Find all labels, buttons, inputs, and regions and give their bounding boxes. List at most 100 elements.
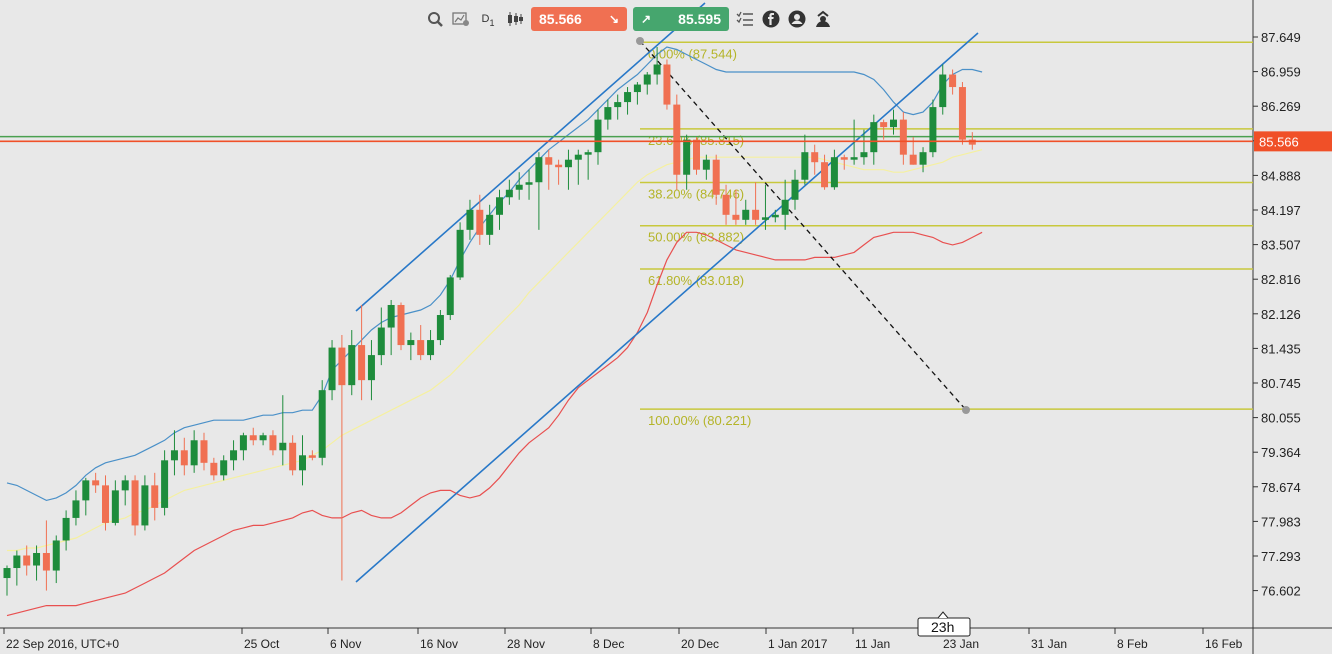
fib-level-label: 61.80% (83.018) (648, 273, 744, 288)
y-tick-label: 86.269 (1261, 99, 1301, 114)
x-tick-label: 23 Jan (943, 637, 979, 651)
candle-body (850, 157, 858, 160)
candle-body (466, 209, 474, 230)
candle-body (899, 119, 907, 155)
y-tick-label: 81.435 (1261, 341, 1301, 356)
timeframe-label: D (481, 13, 490, 25)
candle (456, 222, 464, 280)
candle-body (348, 345, 356, 386)
price-chart[interactable]: 87.649 86.959 86.269 84.888 84.197 83.507 82.8… (0, 0, 1332, 654)
candle-body (387, 304, 395, 328)
y-tick-label: 86.959 (1261, 65, 1301, 80)
x-tick-label: 8 Dec (593, 637, 624, 651)
candle-body (574, 154, 582, 160)
y-tick-label: 82.126 (1261, 307, 1301, 322)
candle-body (614, 102, 622, 108)
candle-body (23, 555, 31, 566)
candle-body (870, 122, 878, 153)
candle-body (840, 157, 848, 160)
candle-body (151, 485, 159, 508)
candle-body (811, 152, 819, 163)
candle-body (161, 460, 169, 508)
candle-body (131, 480, 139, 526)
candle-body (190, 440, 198, 466)
current-price-label: 85.566 (1259, 134, 1299, 149)
y-tick-label: 83.507 (1261, 238, 1301, 253)
x-tick-label: 28 Nov (507, 637, 545, 651)
candle-body (860, 152, 868, 158)
candle-body (377, 327, 385, 356)
sell-button[interactable]: 85.566 ↘ (531, 7, 627, 31)
buy-price: 85.595 (678, 11, 721, 27)
candle-body (102, 485, 109, 523)
profile-icon[interactable] (787, 9, 807, 29)
candle-body (693, 139, 700, 170)
zoom-icon[interactable] (425, 9, 445, 29)
candle-body (624, 92, 632, 103)
candle-body (82, 480, 90, 501)
candle-body (761, 217, 769, 220)
candle-body (417, 340, 425, 356)
candle-body (52, 540, 60, 571)
y-tick-label: 82.816 (1261, 272, 1301, 287)
timeframe-icon[interactable]: D1 (477, 9, 499, 29)
candle-body (742, 209, 750, 220)
candle-body (289, 442, 297, 471)
time-left-text: 23h (931, 619, 954, 635)
candle (958, 82, 966, 145)
x-tick-label: 25 Oct (244, 637, 280, 651)
candle-body (476, 209, 484, 235)
candle-body (535, 157, 543, 183)
candle-body (180, 450, 188, 466)
x-tick-label: 8 Feb (1117, 637, 1148, 651)
candle-body (722, 194, 730, 215)
facebook-icon[interactable] (761, 9, 781, 29)
y-tick-label: 80.745 (1261, 376, 1301, 391)
y-tick-label: 87.649 (1261, 30, 1301, 45)
candles-icon[interactable] (505, 9, 525, 29)
candle-body (515, 184, 523, 190)
candle-body (446, 277, 454, 316)
candle-body (584, 152, 592, 155)
candle-body (801, 152, 809, 180)
candle-body (791, 179, 799, 200)
candle-body (210, 462, 218, 476)
candle-body (643, 74, 651, 85)
candle-body (397, 304, 405, 346)
candle-body (702, 159, 710, 170)
y-tick-label: 77.293 (1261, 549, 1301, 564)
chart-toolbar: D1 85.566 ↘ ↗ 85.595 (425, 6, 833, 32)
candle-body (525, 182, 533, 185)
sell-price: 85.566 (539, 11, 582, 27)
buy-arrow-icon: ↗ (641, 12, 652, 26)
candle-body (328, 347, 336, 391)
candle (663, 59, 671, 110)
y-axis-labels: 87.649 86.959 86.269 84.888 84.197 83.507 82.8… (1253, 30, 1301, 599)
candle-body (3, 568, 11, 579)
candle-body (545, 157, 553, 165)
candle-body (949, 74, 957, 88)
candle-body (92, 480, 100, 486)
candle-body (732, 214, 740, 220)
chart-settings-icon[interactable] (451, 9, 471, 29)
user-icon[interactable] (813, 9, 833, 29)
y-tick-label: 80.055 (1261, 411, 1301, 426)
buy-button[interactable]: ↗ 85.595 (633, 7, 729, 31)
candle-body (486, 214, 494, 235)
candle (318, 380, 326, 466)
candle-body (338, 347, 346, 386)
candle-body (771, 214, 779, 218)
candle-body (427, 340, 435, 356)
candle-body (821, 162, 829, 188)
fib-level-label: 0.00% (87.544) (648, 46, 737, 61)
candle-body (239, 435, 247, 451)
fib-level-label: 38.20% (84.746) (648, 186, 744, 201)
x-tick-label: 22 Sep 2016, UTC+0 (6, 637, 119, 651)
y-tick-label: 84.888 (1261, 168, 1301, 183)
candle-body (496, 197, 503, 215)
candle-body (62, 517, 70, 541)
list-icon[interactable] (735, 9, 755, 29)
candle-body (220, 460, 228, 476)
x-tick-label: 6 Nov (330, 637, 361, 651)
candle-body (42, 552, 50, 571)
